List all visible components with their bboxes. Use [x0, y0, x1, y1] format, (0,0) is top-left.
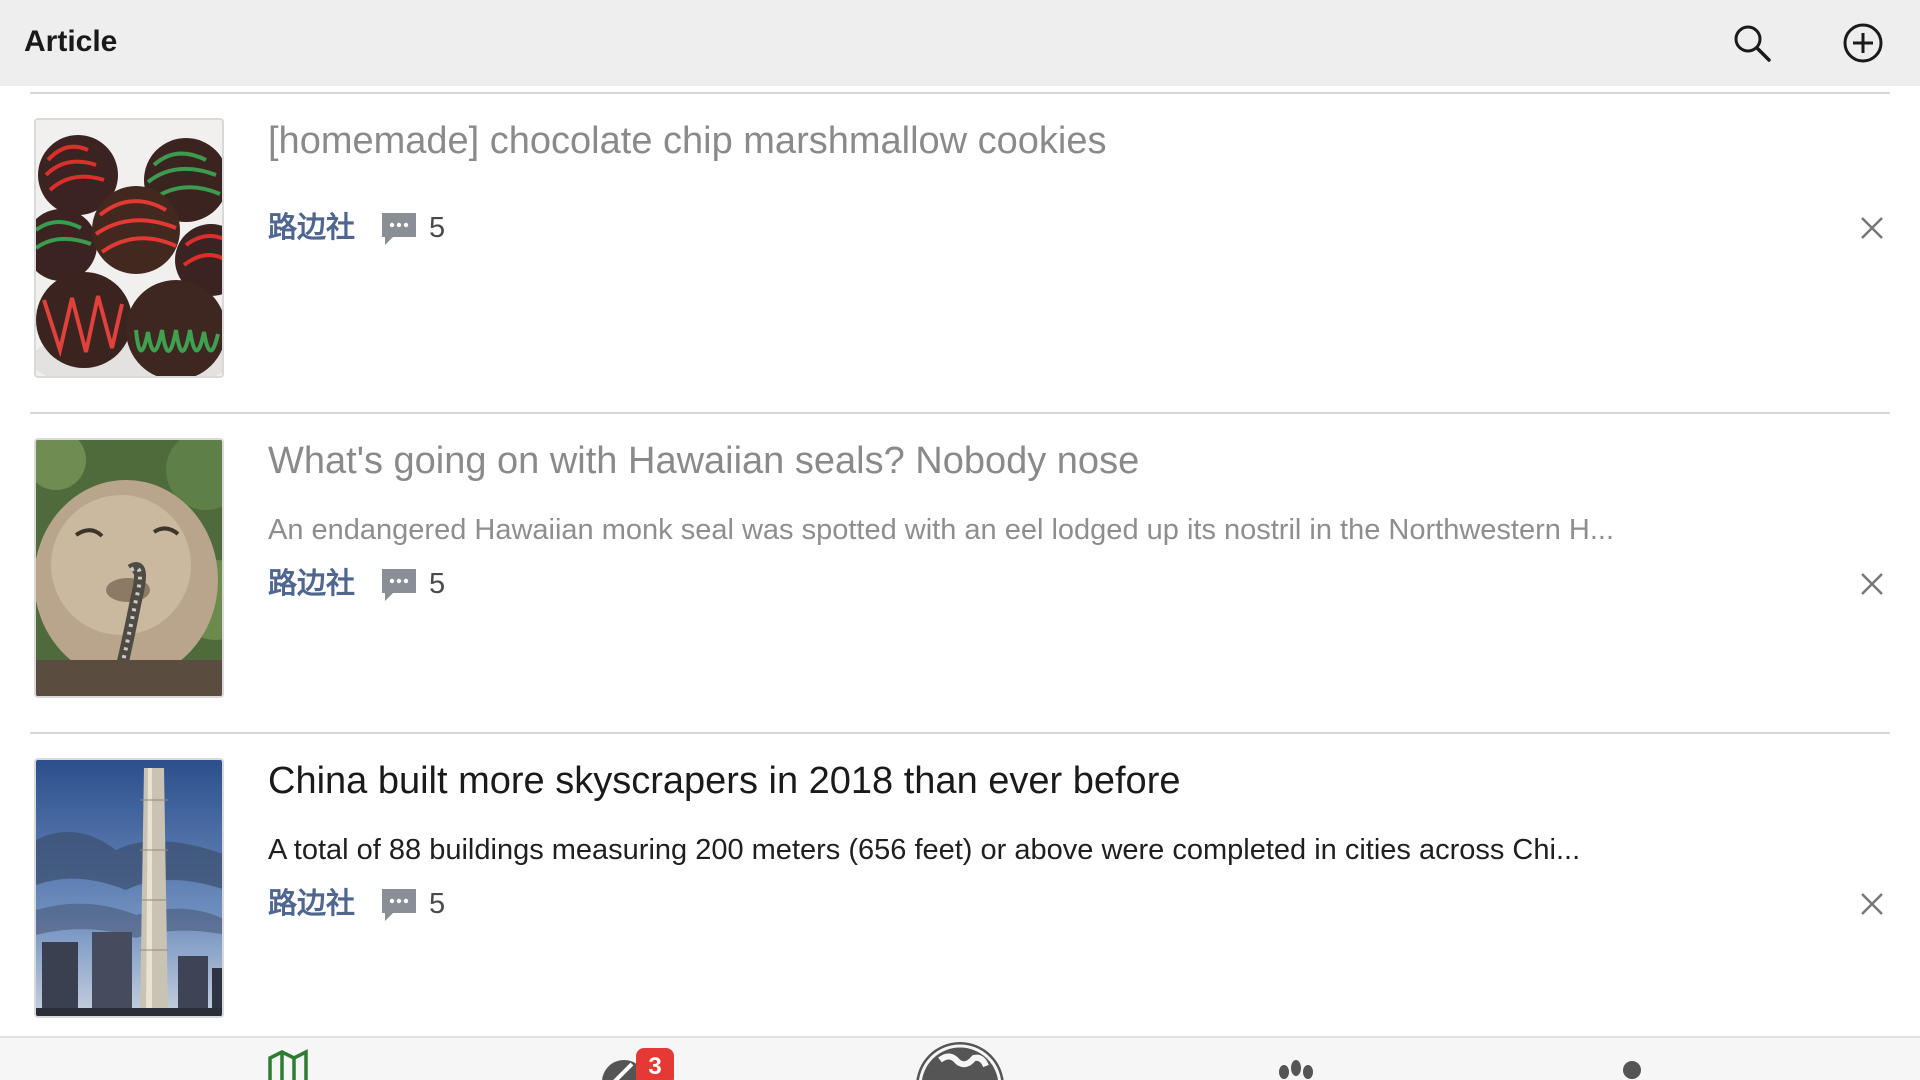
comment-count: 5 [429, 568, 446, 600]
close-icon [1861, 217, 1883, 239]
article-summary: A total of 88 buildings measuring 200 me… [268, 834, 1581, 866]
page-title: Article [24, 25, 118, 58]
map-icon [268, 1049, 308, 1080]
dismiss-article-button[interactable] [1852, 564, 1892, 604]
article-thumbnail [34, 118, 224, 378]
comment-icon [382, 569, 417, 601]
article-title[interactable]: [homemade] chocolate chip marshmallow co… [268, 118, 1107, 164]
article-source[interactable]: 路边社 [268, 210, 355, 246]
comment-icon [382, 889, 417, 921]
comment-count: 5 [429, 888, 446, 920]
nav-globe[interactable] [914, 1038, 1006, 1080]
chocolate-cookies-image [36, 120, 222, 376]
article-source[interactable]: 路边社 [268, 566, 355, 602]
plus-circle-icon [1843, 23, 1883, 63]
app-header: Article [0, 0, 1920, 86]
nav-paw[interactable] [1276, 1038, 1316, 1080]
article-item[interactable]: What's going on with Hawaiian seals? Nob… [0, 414, 1920, 732]
article-summary: An endangered Hawaiian monk seal was spo… [268, 514, 1615, 546]
globe-icon [916, 1042, 1004, 1080]
article-source[interactable]: 路边社 [268, 886, 355, 922]
more-icon [1623, 1061, 1641, 1079]
article-thumbnail [34, 438, 224, 698]
article-meta: 路边社 5 [268, 208, 445, 248]
search-icon [1734, 25, 1771, 62]
close-icon [1861, 893, 1883, 915]
article-meta: 路边社 5 [268, 564, 445, 604]
article-title[interactable]: China built more skyscrapers in 2018 tha… [268, 758, 1180, 804]
search-button[interactable] [1727, 18, 1777, 68]
dismiss-article-button[interactable] [1852, 208, 1892, 248]
nav-more[interactable] [1620, 1038, 1644, 1080]
article-item[interactable]: China built more skyscrapers in 2018 tha… [0, 734, 1920, 1052]
article-title[interactable]: What's going on with Hawaiian seals? Nob… [268, 438, 1139, 484]
app-root: Article [homemade] chocolate chip marshm… [0, 0, 1920, 1080]
paw-icon [1279, 1060, 1313, 1079]
notification-badge: 3 [636, 1048, 674, 1080]
nav-map[interactable] [266, 1038, 310, 1080]
add-button[interactable] [1838, 18, 1888, 68]
comment-count: 5 [429, 212, 446, 244]
bottom-nav: 3 [0, 1036, 1920, 1080]
comment-icon [382, 213, 417, 245]
article-meta: 路边社 5 [268, 884, 445, 924]
close-icon [1861, 573, 1883, 595]
dismiss-article-button[interactable] [1852, 884, 1892, 924]
monk-seal-image [36, 440, 222, 696]
skyscraper-image [36, 760, 222, 1016]
article-thumbnail [34, 758, 224, 1018]
article-item[interactable]: [homemade] chocolate chip marshmallow co… [0, 94, 1920, 412]
